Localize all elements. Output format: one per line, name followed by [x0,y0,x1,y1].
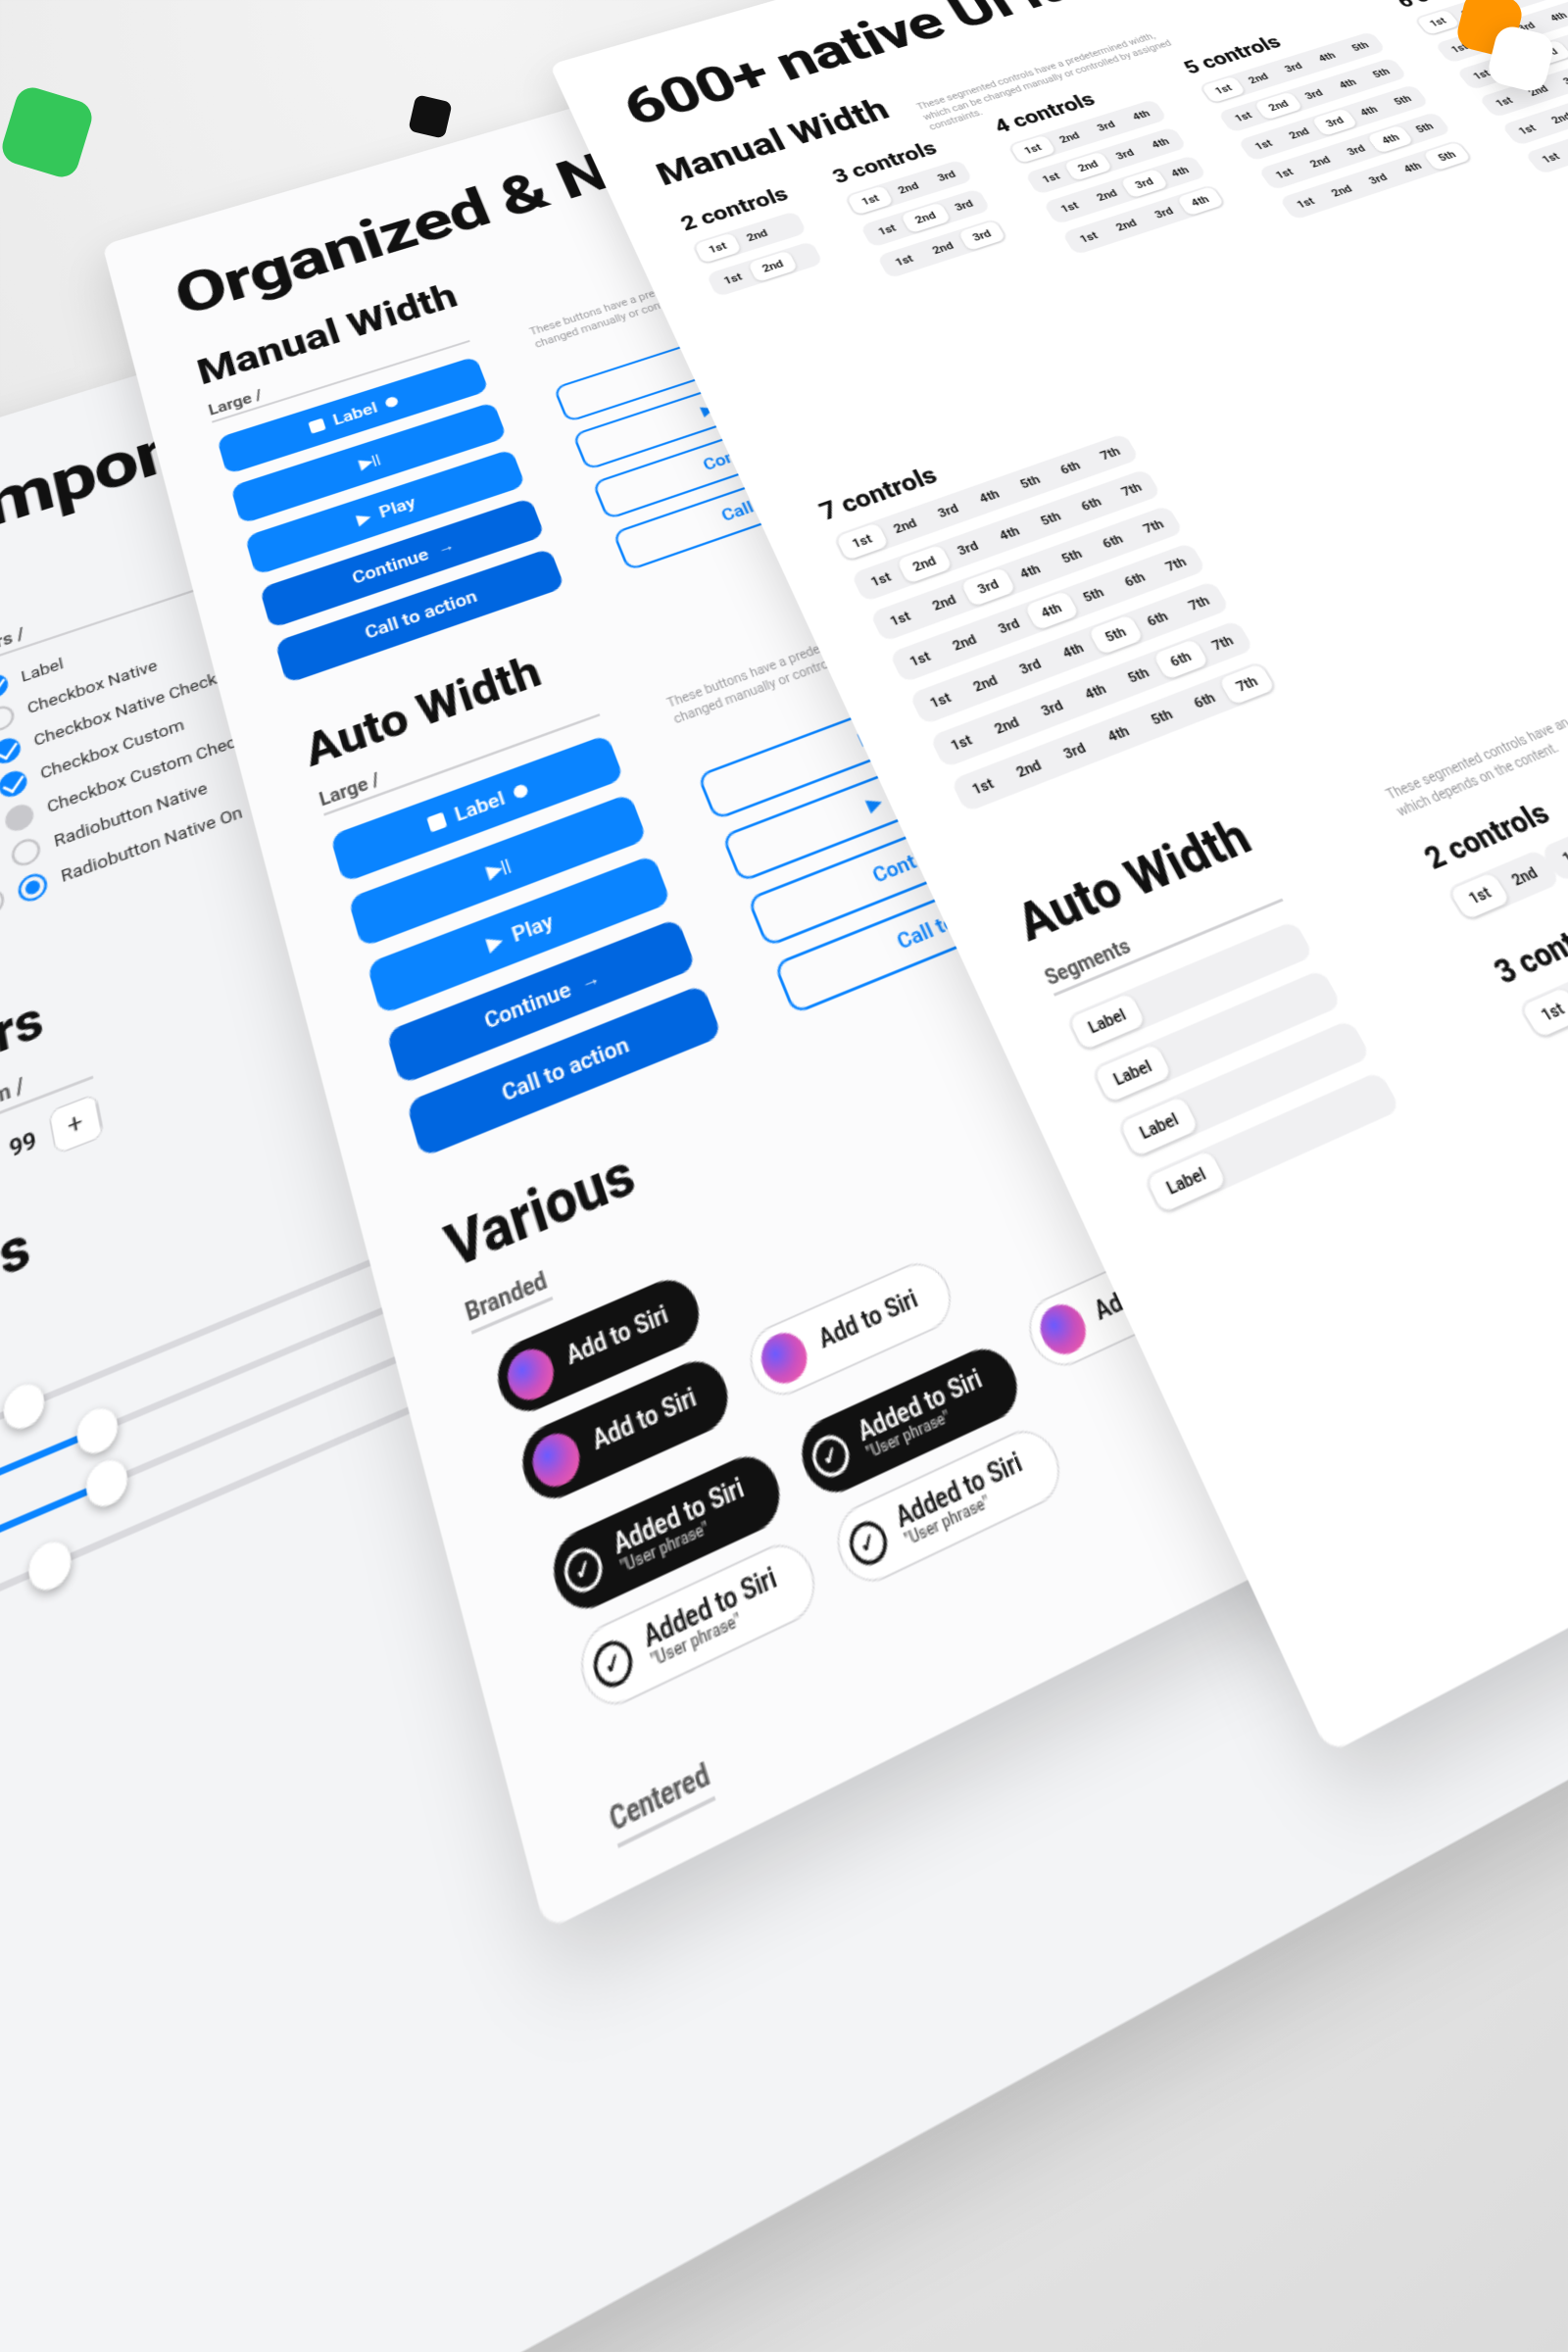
siri-icon [756,1325,814,1391]
siri-icon [502,1342,560,1407]
checkbox-blue-icon [0,671,10,703]
radio-off-icon [0,703,16,735]
stop-icon [426,812,447,833]
play-icon: ▶ [355,509,372,528]
check-circle-icon: ✓ [844,1515,893,1572]
stepper-plus[interactable]: + [49,1095,103,1153]
stepper[interactable]: − 99 + [0,1093,105,1198]
checkbox-blue-icon [0,767,29,801]
dot-icon [384,396,399,409]
checkbox-grey-icon [3,801,35,835]
play-icon: ▶ [485,930,506,956]
checkbox-blue-icon [0,735,23,768]
check-circle-icon: ✓ [807,1430,855,1484]
radio-off-icon [10,835,43,870]
iso-stage: iOS components Toggles Switches / Select… [0,0,1568,2352]
stepper-value: 99 [8,1126,39,1163]
siri-icon [1032,1298,1093,1362]
playpause-icon: ▶|| [358,451,382,471]
check-circle-icon: ✓ [589,1634,638,1693]
selector-label: Label [20,656,65,686]
arrow-right-icon: → [577,966,603,995]
check-circle-icon: ✓ [560,1542,608,1598]
radio-off-icon [0,885,6,921]
stop-icon [308,418,325,434]
playpause-icon: ▶|| [485,856,514,883]
arrow-right-icon: → [435,537,457,559]
radio-on-icon [16,870,49,906]
play-icon: ▶ [864,792,885,814]
dot-icon [513,783,530,800]
siri-icon [527,1426,586,1494]
